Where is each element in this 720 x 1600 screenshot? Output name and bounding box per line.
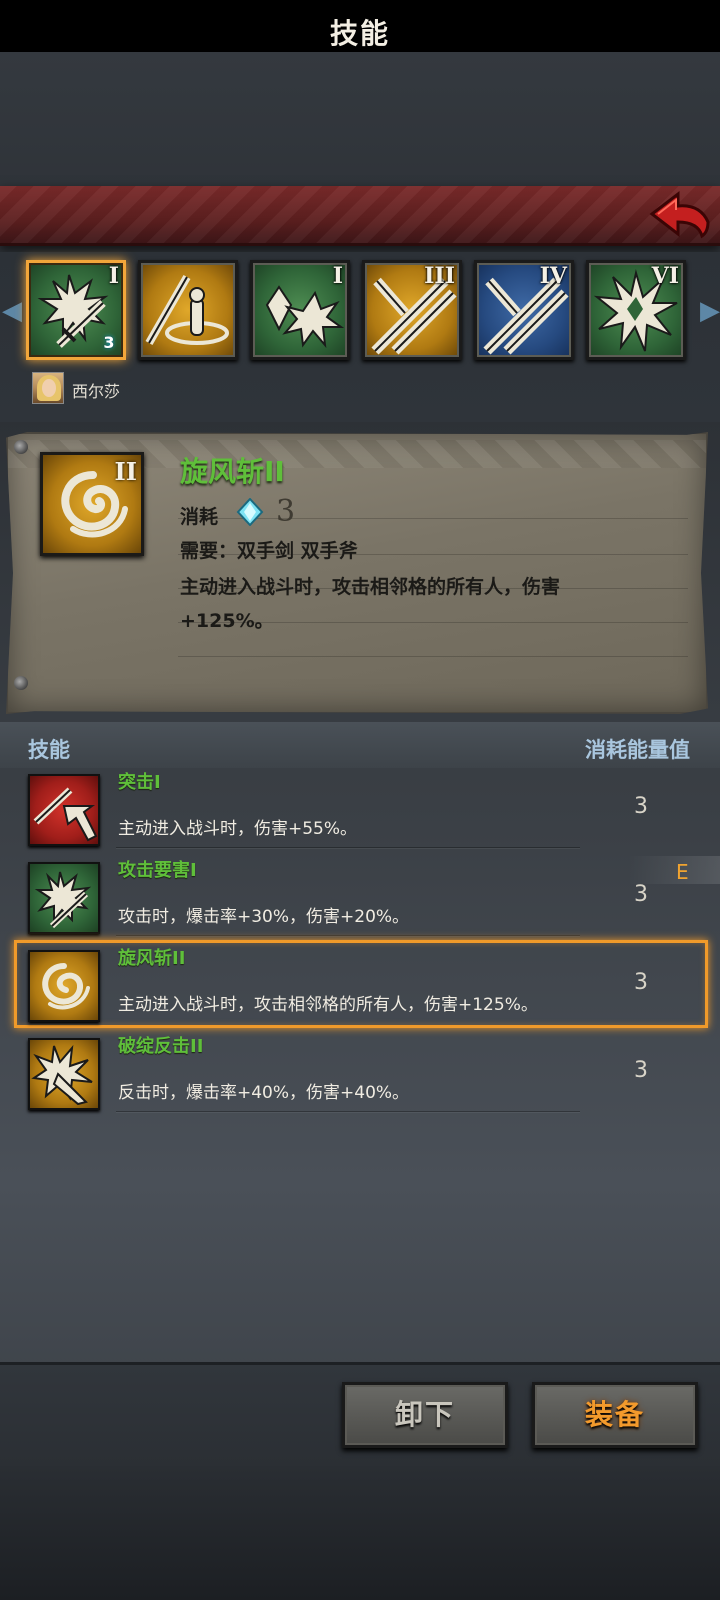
rivet-icon: [14, 676, 28, 690]
skill-slot-3[interactable]: I: [250, 260, 350, 360]
skill-row-icon: [28, 1038, 100, 1110]
rivet-icon: [14, 440, 28, 454]
hero-avatar[interactable]: [32, 372, 64, 404]
skill-row-icon: [28, 950, 100, 1022]
skill-row-desc: 反击时，爆击率+40%，伤害+40%。: [118, 1083, 410, 1103]
page-title: 技能: [329, 17, 390, 50]
scroll-right-icon[interactable]: ▶: [700, 296, 720, 326]
cost-label: 消耗: [180, 506, 219, 528]
slot-rank: IV: [539, 263, 567, 289]
skill-row-name: 旋风斩II: [118, 948, 186, 969]
burst-sword-icon: [34, 871, 92, 929]
skill-list-row[interactable]: 突击I 主动进入战斗时，伤害+55%。 3: [0, 760, 720, 848]
requirement-text: 需要：双手剑 双手斧: [180, 540, 358, 562]
skill-row-name: 突击I: [118, 772, 161, 793]
skill-row-icon: [28, 774, 100, 846]
unequip-button[interactable]: 卸下: [342, 1382, 508, 1448]
equip-button[interactable]: 装备: [532, 1382, 698, 1448]
back-button[interactable]: [648, 188, 712, 240]
skill-row-name: 破绽反击II: [118, 1036, 204, 1057]
skill-row-cost: 3: [634, 882, 648, 907]
energy-gem-icon: [236, 498, 264, 526]
skill-slot-1[interactable]: I 3: [26, 260, 126, 360]
scroll-left-icon[interactable]: ◀: [2, 296, 22, 326]
slot-rank: VI: [651, 263, 679, 289]
skill-row-cost: 3: [634, 970, 648, 995]
skill-row-cost: 3: [634, 1058, 648, 1083]
skill-list-row[interactable]: 攻击要害I 攻击时，爆击率+30%，伤害+20%。 3: [0, 848, 720, 936]
skill-row-desc: 主动进入战斗时，攻击相邻格的所有人，伤害+125%。: [118, 995, 538, 1015]
sword-circle-icon: [145, 275, 229, 345]
skill-list-row[interactable]: 破绽反击II 反击时，爆击率+40%，伤害+40%。 3: [0, 1024, 720, 1112]
skill-slot-6[interactable]: VI: [586, 260, 686, 360]
skill-slot-5[interactable]: IV: [474, 260, 574, 360]
skill-row-cost: 3: [634, 794, 648, 819]
title-banner: [0, 186, 720, 246]
hero-name: 西尔莎: [72, 382, 121, 401]
counter-burst-icon: [31, 1044, 93, 1106]
skill-slot-4[interactable]: III: [362, 260, 462, 360]
skill-description: 主动进入战斗时，攻击相邻格的所有人，伤害+125%。: [180, 576, 561, 632]
skill-row-name: 攻击要害I: [118, 860, 197, 881]
skill-slot-2[interactable]: [138, 260, 238, 360]
detail-skill-icon: II: [40, 452, 144, 556]
slot-rank: I: [332, 263, 343, 289]
skill-row-desc: 主动进入战斗时，伤害+55%。: [118, 819, 358, 839]
back-arrow-icon: [649, 190, 710, 239]
bottom-strip: [0, 1466, 720, 1600]
slot-rank: III: [424, 263, 455, 289]
skill-row-desc: 攻击时，爆击率+30%，伤害+20%。: [118, 907, 410, 927]
sword-arrow-icon: [33, 787, 98, 842]
detail-skill-name: 旋风斩II: [180, 455, 285, 488]
cost-value: 3: [276, 494, 296, 529]
skill-row-icon: [28, 862, 100, 934]
slot-level-badge: 3: [103, 333, 115, 352]
detail-rank: II: [114, 457, 137, 486]
whirlwind-icon: [42, 963, 90, 1010]
slot-rank: I: [108, 263, 119, 289]
skill-list-row-selected[interactable]: 旋风斩II 主动进入战斗时，攻击相邻格的所有人，伤害+125%。 3: [0, 936, 720, 1028]
